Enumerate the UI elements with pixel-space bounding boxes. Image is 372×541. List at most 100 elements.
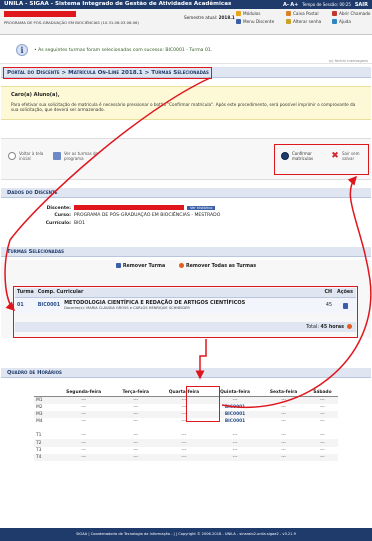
schedule-cell: --- xyxy=(232,447,238,453)
remove-all-icon xyxy=(178,263,184,268)
course-row: Curso: PROGRAMA DE PÓS-GRADUAÇÃO EM BIOCI… xyxy=(31,213,220,218)
modules-link[interactable]: Módulos xyxy=(236,11,260,16)
action-bar: Voltar à tela inicial Ver as turmas do p… xyxy=(1,138,371,180)
notice-body: Para efetivar sua solicitação de matrícu… xyxy=(11,102,356,113)
schedule-cell: --- xyxy=(81,419,87,425)
schedule-slot-label: M4 xyxy=(36,419,43,425)
ticket-link[interactable]: Abrir Chamado xyxy=(332,11,370,16)
schedule-cell: --- xyxy=(320,419,325,425)
schedule-cell: --- xyxy=(281,404,286,410)
schedule-row: T3 --- --- --- --- --- --- xyxy=(34,447,338,454)
unit-name: PROGRAMA DE PÓS-GRADUAÇÃO EM BIOCIÊNCIAS… xyxy=(4,20,139,25)
remove-all-classes-button[interactable]: Remover Todas as Turmas xyxy=(178,263,256,269)
redacted-username xyxy=(4,11,76,17)
schedule-cell: --- xyxy=(81,447,87,453)
day-header: Segunda-feira xyxy=(54,388,114,397)
session-info: A- A+ Tempo de Sessão: 00:25 SAIR xyxy=(283,2,368,8)
font-decrease-button[interactable]: A- xyxy=(283,2,289,8)
success-message: i • As seguintes turmas foram selecionad… xyxy=(0,38,372,64)
remove-class-label: Remover Turma xyxy=(122,264,166,269)
schedule-cell: --- xyxy=(133,419,139,425)
schedule-slot-label: T3 xyxy=(36,447,42,453)
schedule-cell xyxy=(158,425,210,432)
view-history-button[interactable]: Ver histórico xyxy=(187,206,216,210)
info-icon: i xyxy=(16,44,28,56)
schedule-cell: --- xyxy=(232,433,238,439)
schedule-cell: --- xyxy=(306,439,338,447)
schedule-cell: --- xyxy=(320,447,325,453)
student-menu-label: Menu Discente xyxy=(243,19,275,24)
footer: SIGAA | Coordenadoria de Tecnologia da I… xyxy=(0,528,372,541)
student-data-title: Dados do Discente xyxy=(7,190,58,196)
schedule-cell: --- xyxy=(133,404,139,410)
system-title: UNILA - SIGAA - Sistema Integrado de Ges… xyxy=(4,1,232,7)
student-label: Discente: xyxy=(46,206,71,211)
curriculum-value: BIO1 xyxy=(74,221,86,226)
session-time: 00:25 xyxy=(339,1,351,7)
help-link-label: Ajuda xyxy=(339,19,351,24)
schedule-cell: --- xyxy=(260,410,307,419)
schedule-slot-label: T4 xyxy=(34,453,54,461)
schedule-row: T2 --- --- --- --- --- --- xyxy=(34,439,338,447)
schedule-cell xyxy=(260,425,306,432)
student-data-section-title: Dados do Discente xyxy=(1,188,371,198)
instructions-notice: Caro(a) Aluno(a), Para efetivar sua soli… xyxy=(1,86,371,120)
highlight-box-thursday xyxy=(186,386,220,422)
mailbox-link-label: Caixa Postal xyxy=(293,11,319,16)
selected-classes-title: Turmas Selecionadas xyxy=(7,249,64,255)
schedule-row: T4 --- --- --- --- --- --- xyxy=(34,453,338,461)
highlight-box-table xyxy=(13,286,358,338)
exit-label: Sair sem salvar xyxy=(342,151,360,161)
schedule-cell: --- xyxy=(209,439,261,447)
schedule-cell: --- xyxy=(260,439,307,447)
schedule-cell: --- xyxy=(113,410,159,419)
schedule-slot-label: M1 xyxy=(34,396,54,404)
success-text: • As seguintes turmas foram selecionadas… xyxy=(34,48,213,53)
modules-link-label: Módulos xyxy=(243,11,261,16)
schedule-slot-label: T2 xyxy=(34,439,54,447)
logout-button[interactable]: SAIR xyxy=(355,2,368,8)
curriculum-row: Currículo: BIO1 xyxy=(31,221,85,226)
schedule-cell: --- xyxy=(281,447,286,453)
breadcrumb: Portal do Discente > Matrícula On-Line 2… xyxy=(1,67,371,79)
current-semester: Semestre atual: 2018.1 xyxy=(184,15,235,20)
classes-icon xyxy=(53,152,61,160)
ticket-link-label: Abrir Chamado xyxy=(339,11,371,16)
schedule-cell: --- xyxy=(133,433,139,439)
close-x-icon: ✖ xyxy=(331,151,339,161)
day-header: Terça-feira xyxy=(113,388,159,397)
close-messages-link[interactable]: (x) fechar mensagens xyxy=(329,59,368,63)
remove-bar: Remover Turma Remover Todas as Turmas xyxy=(1,263,371,273)
schedule-cell: --- xyxy=(306,410,338,419)
student-menu-link[interactable]: Menu Discente xyxy=(236,19,274,24)
change-password-label: Alterar senha xyxy=(293,19,322,24)
semester-label: Semestre atual: xyxy=(184,15,218,20)
schedule-cell: --- xyxy=(281,433,286,439)
schedule-cell: --- xyxy=(54,410,114,419)
schedule-slot-label: M2 xyxy=(36,404,43,410)
change-password-link[interactable]: Alterar senha xyxy=(286,19,321,24)
schedule-cell xyxy=(307,425,338,432)
modules-icon xyxy=(236,11,241,16)
schedule-cell: --- xyxy=(260,453,307,461)
schedule-title: Quadro de Horários xyxy=(7,370,62,376)
semester-value: 2018.1 xyxy=(218,15,235,20)
schedule-cell: --- xyxy=(209,453,261,461)
schedule-cell: --- xyxy=(320,404,325,410)
schedule-cell: --- xyxy=(260,396,307,404)
mailbox-link[interactable]: Caixa Postal xyxy=(286,11,319,16)
confirm-icon xyxy=(281,152,289,160)
schedule-cell: --- xyxy=(113,453,159,461)
schedule-cell: --- xyxy=(54,453,114,461)
schedule-cell: --- xyxy=(281,419,286,425)
help-link[interactable]: Ajuda xyxy=(332,19,351,24)
course-value: PROGRAMA DE PÓS-GRADUAÇÃO EM BIOCIÊNCIAS… xyxy=(74,213,221,218)
schedule-slot-label: T1 xyxy=(36,433,42,439)
schedule-cell: --- xyxy=(113,396,159,404)
font-increase-button[interactable]: A+ xyxy=(290,2,298,8)
schedule-cell: --- xyxy=(306,453,338,461)
key-icon xyxy=(286,19,291,24)
schedule-cell: --- xyxy=(81,433,87,439)
highlight-box-breadcrumb xyxy=(3,67,212,79)
confirm-label: Confirmar matrículas xyxy=(292,151,314,161)
